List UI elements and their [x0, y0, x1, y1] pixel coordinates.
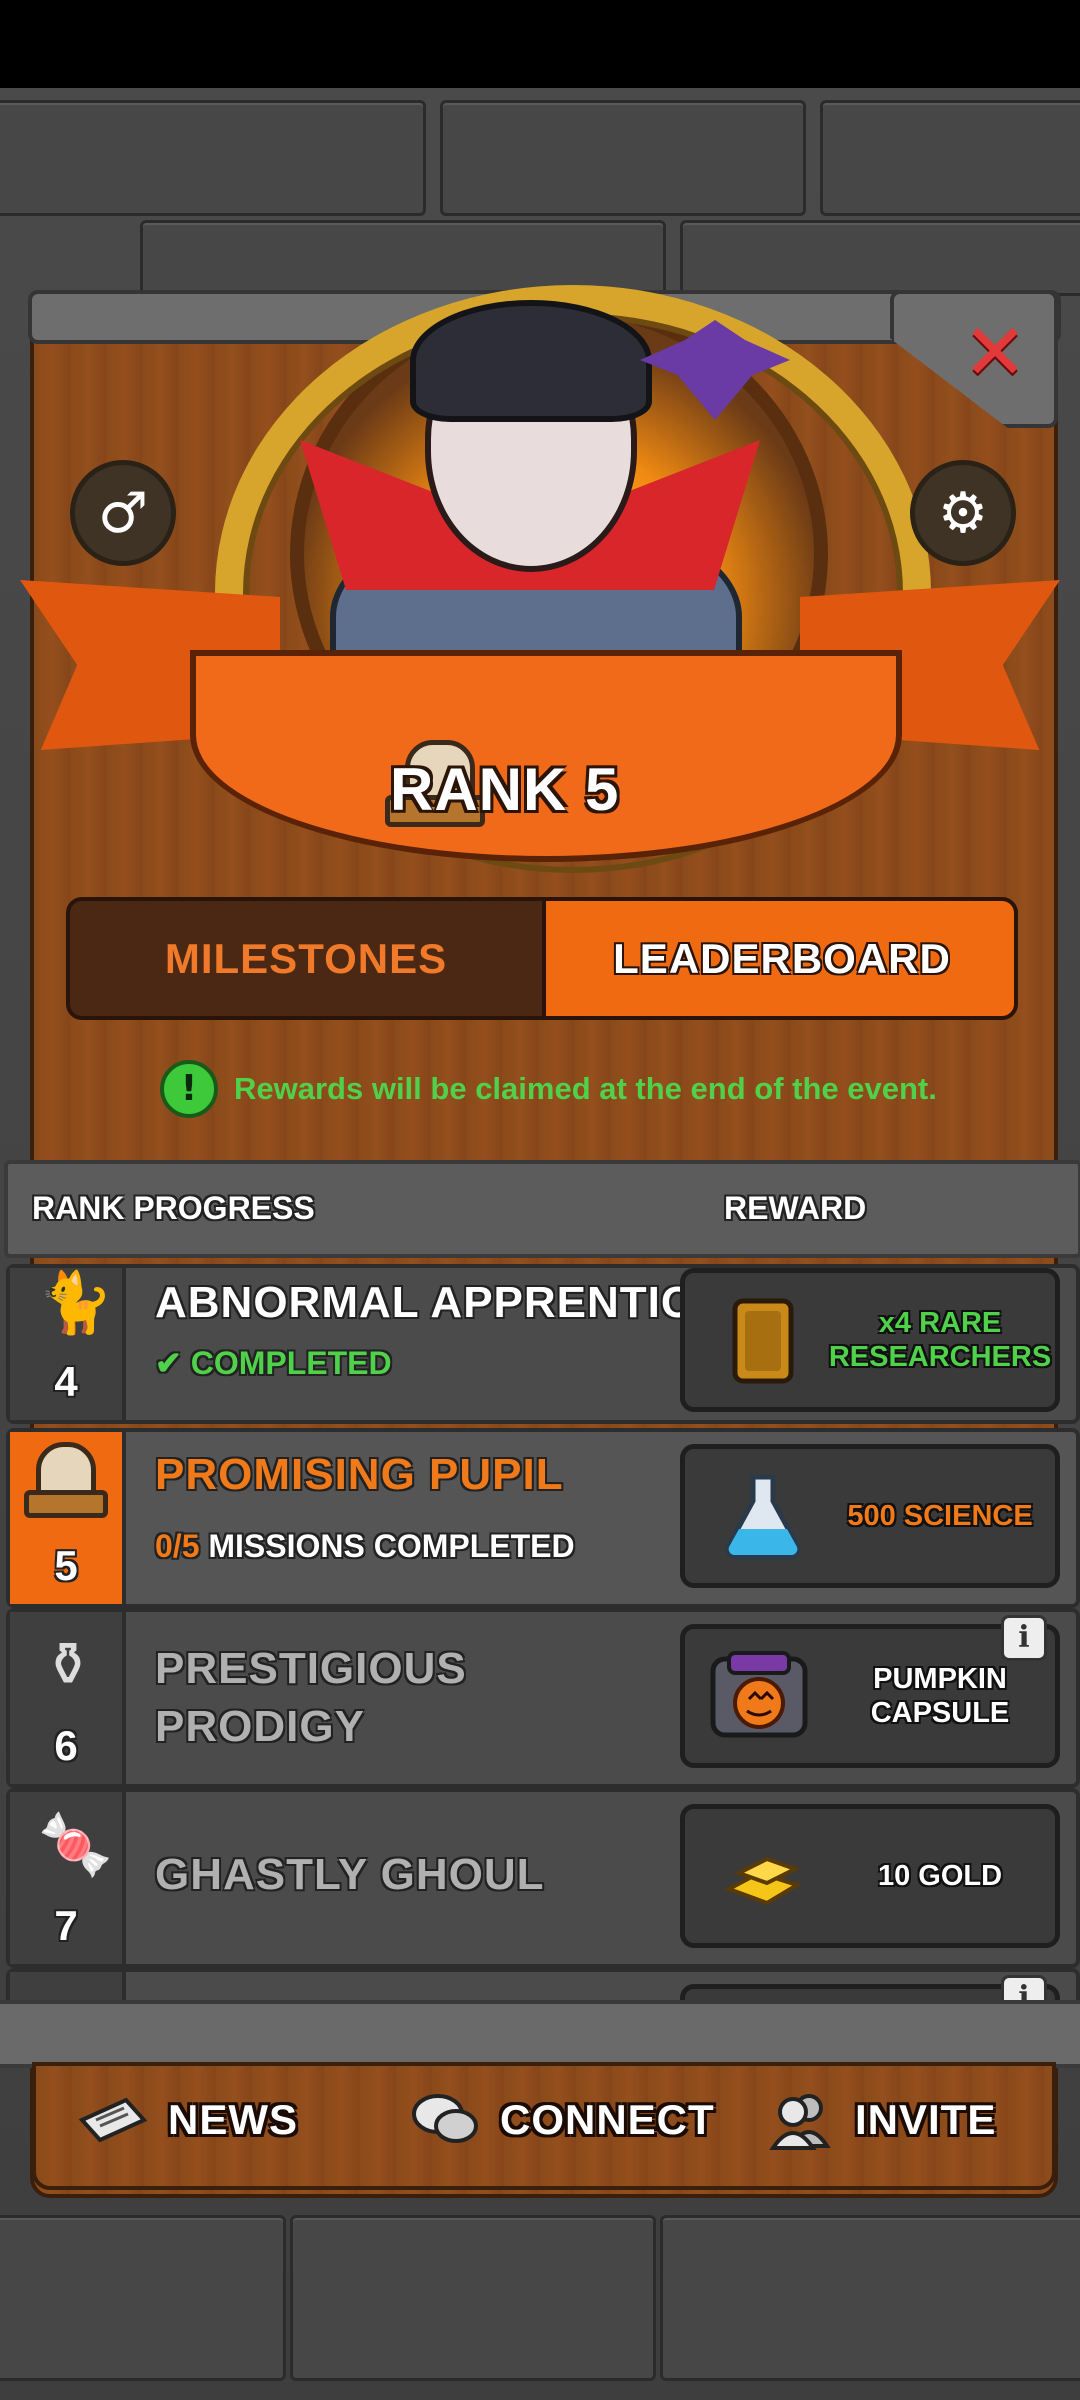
wall-brick: [290, 2215, 656, 2381]
exclamation-icon: !: [160, 1060, 218, 1118]
list-item: ⚱ 6 PRESTIGIOUS PRODIGY PUMPKIN CAPSULE …: [6, 1608, 1080, 1788]
wall-brick: [680, 220, 1080, 296]
newspaper-icon: [78, 2097, 148, 2143]
vampire-hair: [410, 300, 652, 422]
news-button[interactable]: NEWS: [78, 2085, 298, 2155]
list-item: 5 PROMISING PUPIL 0/5 MISSIONS COMPLETED…: [6, 1428, 1080, 1608]
close-icon: ✕: [962, 308, 1028, 398]
rank-badge: 🍬 7: [10, 1792, 126, 1964]
cauldron-icon: ⚱: [42, 1630, 94, 1700]
rank-title: RANK 5: [390, 756, 620, 823]
male-symbol-icon: ♂: [97, 480, 149, 546]
rank-title: PRESTIGIOUS PRODIGY: [155, 1644, 467, 1751]
connect-label: CONNECT: [500, 2096, 715, 2143]
reward-box: 500 SCIENCE: [680, 1444, 1060, 1588]
connect-button[interactable]: CONNECT: [410, 2085, 715, 2155]
header-reward: REWARD: [724, 1190, 867, 1226]
reward-label: 500 SCIENCE: [847, 1500, 1033, 1532]
invite-label: INVITE: [855, 2096, 997, 2143]
card-icon: [732, 1298, 794, 1384]
rank-number: 6: [54, 1722, 78, 1769]
rank-number: 7: [54, 1902, 78, 1949]
rank-title: PROMISING PUPIL: [155, 1450, 564, 1499]
rewards-notice: ! Rewards will be claimed at the end of …: [160, 1060, 937, 1118]
list-item: 🍬 7 GHASTLY GHOUL 10 GOLD: [6, 1788, 1080, 1968]
invite-button[interactable]: INVITE: [765, 2085, 996, 2155]
tab-milestones[interactable]: MILESTONES: [70, 901, 542, 1016]
rank-status: ✔ COMPLETED: [155, 1345, 392, 1381]
rank-badge: 5: [10, 1432, 126, 1604]
flask-icon: [725, 1474, 801, 1560]
people-icon: [769, 2094, 831, 2150]
gender-button[interactable]: ♂: [70, 460, 176, 566]
news-label: NEWS: [168, 2096, 298, 2143]
close-button[interactable]: ✕: [960, 314, 1030, 392]
list-item: 🐈 4 ABNORMAL APPRENTICE ✔ COMPLETED x4 R…: [6, 1264, 1080, 1424]
reward-label: 10 GOLD: [877, 1860, 1003, 1892]
status-bar: [0, 0, 1080, 88]
reward-label: x4 RARE RESEARCHERS: [828, 1307, 1052, 1373]
rank-title: ABNORMAL APPRENTICE: [155, 1278, 725, 1327]
wall-brick: [0, 2215, 286, 2381]
cat-icon: 🐈: [38, 1268, 113, 1338]
chat-bubbles-icon: [412, 2094, 478, 2143]
reward-box: x4 RARE RESEARCHERS: [680, 1268, 1060, 1412]
wall-brick: [0, 100, 426, 216]
reward-box: 10 GOLD: [680, 1804, 1060, 1948]
gold-bars-icon: [724, 1856, 802, 1906]
tab-bar: MILESTONES LEADERBOARD: [66, 897, 1018, 1020]
info-button[interactable]: i: [1001, 1615, 1047, 1661]
rank-badge: 🐈 4: [10, 1268, 126, 1420]
rank-title: GHASTLY GHOUL: [155, 1850, 545, 1899]
rank-number: 4: [54, 1358, 78, 1405]
candy-icon: 🍬: [38, 1810, 113, 1880]
tab-leaderboard[interactable]: LEADERBOARD: [542, 901, 1014, 1016]
header-rank-progress: RANK PROGRESS: [32, 1190, 315, 1226]
wall-brick: [660, 2215, 1080, 2381]
reward-box: PUMPKIN CAPSULE i: [680, 1615, 1060, 1768]
wall-brick: [440, 100, 806, 216]
bottom-bar-rail: [0, 2000, 1080, 2068]
rank-progress: 0/5 MISSIONS COMPLETED: [155, 1528, 575, 1564]
wall-brick: [820, 100, 1080, 216]
gear-icon: ⚙: [937, 480, 989, 546]
notice-text: Rewards will be claimed at the end of th…: [234, 1071, 937, 1106]
settings-button[interactable]: ⚙: [910, 460, 1016, 566]
rank-number: 5: [54, 1542, 78, 1589]
pumpkin-capsule-icon: [710, 1651, 808, 1738]
rank-badge: ⚱ 6: [10, 1612, 126, 1784]
list-header: RANK PROGRESS REWARD: [4, 1160, 1080, 1258]
checkmark-icon: ✔: [155, 1345, 182, 1381]
rank-list[interactable]: RANK PROGRESS REWARD 🐈 4 ABNORMAL APPREN…: [0, 1160, 1080, 2010]
